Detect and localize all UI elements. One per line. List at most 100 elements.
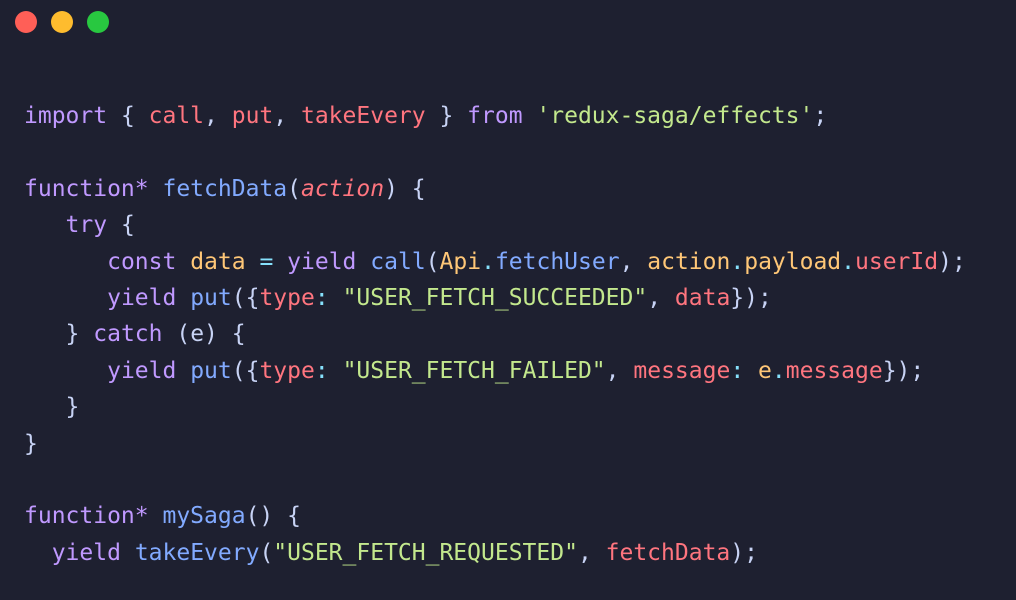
code-token: ({ [231,357,260,384]
code-line: } catch (e) { [24,316,966,352]
close-window-button[interactable] [15,11,37,33]
code-line: } [24,389,966,425]
code-line: yield put({type: "USER_FETCH_FAILED", me… [24,353,966,389]
code-token: , [204,103,232,129]
code-token: call [148,103,205,129]
code-token: , [273,103,301,129]
code-token: "USER_FETCH_REQUESTED" [273,539,578,566]
code-token: , [605,357,634,384]
code-line: } [24,426,966,462]
code-token: } [24,394,80,421]
code-token: : [314,357,329,384]
code-token: fetchData [605,539,731,566]
code-token: takeEvery [134,539,260,566]
code-token: data [674,284,731,311]
code-token: put [190,357,232,384]
code-token: } [24,430,38,457]
code-token: import [24,103,108,129]
code-token: action [647,248,731,275]
code-token: mySaga [162,503,246,530]
code-line: import { call, put, takeEvery } from 're… [24,98,966,134]
code-line: yield put({type: "USER_FETCH_SUCCEEDED",… [24,280,966,316]
code-token: ( [259,539,274,566]
code-token: "USER_FETCH_SUCCEEDED" [342,284,648,311]
code-token: payload [744,248,842,275]
code-token: } [425,103,468,129]
code-token: ); [730,539,758,566]
code-token: function* [24,175,149,202]
code-token: yield [107,357,177,384]
code-token: (e) { [162,321,246,348]
code-token: put [190,284,232,311]
code-token: { [107,103,149,129]
code-token: { [107,212,135,239]
code-token: ( [287,175,301,202]
code-token: }); [882,357,925,384]
code-token: e [758,357,772,384]
code-token: message [785,357,883,384]
code-token: } [24,321,94,348]
code-token: ; [813,103,828,129]
code-line: const data = yield call(Api.fetchUser, a… [24,244,966,280]
code-token: "USER_FETCH_FAILED" [342,357,606,384]
code-token: type [259,357,315,384]
code-token: : [730,357,745,384]
code-token: action [300,175,385,202]
code-token: Api [439,248,482,275]
code-token: takeEvery [300,103,426,129]
code-token: . [481,248,495,275]
code-token: data [190,248,246,275]
code-token: . [771,357,786,384]
code-token: . [841,248,856,275]
code-token: put [231,103,274,129]
code-token: message [633,357,731,384]
code-token: from [467,103,523,129]
code-token: , [577,539,606,566]
code-token: const [107,248,177,275]
minimize-window-button[interactable] [51,11,73,33]
code-token: , [619,248,648,275]
code-token: ({ [231,284,260,311]
code-line: yield takeEvery("USER_FETCH_REQUESTED", … [24,535,966,571]
maximize-window-button[interactable] [87,11,109,33]
code-token: yield [287,248,357,275]
code-token: catch [93,321,163,348]
code-token: ( [425,248,440,275]
code-token: try [65,212,108,239]
code-token: 'redux-saga/effects' [536,103,814,129]
code-token: call [370,248,426,275]
code-token: userId [855,248,939,275]
code-token: }); [730,284,772,311]
code-token: fetchData [162,175,288,202]
code-token: type [259,284,315,311]
code-token: . [730,248,745,275]
window-controls [15,11,109,33]
code-window: import { call, put, takeEvery } from 're… [0,0,1016,600]
code-token: ); [938,248,966,275]
code-token: yield [51,539,121,566]
code-token: function* [24,503,149,530]
code-token: yield [107,284,177,311]
code-line: function* mySaga() { [24,498,966,534]
code-line: function* fetchData(action) { [24,171,966,207]
code-token: : [314,284,329,311]
code-block: import { call, put, takeEvery } from 're… [24,98,966,571]
